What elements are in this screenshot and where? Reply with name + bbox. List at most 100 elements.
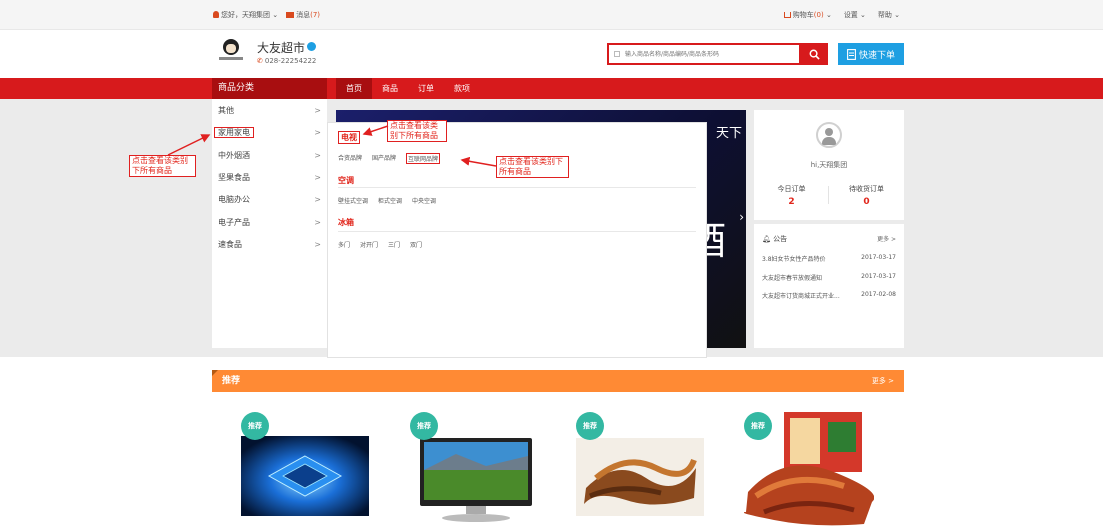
chevron-right-icon: > bbox=[314, 106, 321, 115]
avatar[interactable] bbox=[816, 122, 842, 148]
user-menu[interactable]: 您好，天翔集团 ⌄ bbox=[213, 10, 278, 20]
annotation-callout: 点击查看该类别下所有商品 bbox=[129, 155, 196, 177]
settings-label: 设置 bbox=[843, 11, 858, 19]
document-icon bbox=[847, 48, 856, 60]
recommend-title: 推荐 bbox=[222, 376, 241, 386]
messages-label: 消息 bbox=[296, 11, 311, 19]
main-nav: 商品分类 首页 商品 订单 款项 bbox=[0, 78, 1103, 99]
cart-icon bbox=[783, 12, 791, 18]
annotation-callout: 点击查看该类别下所有商品 bbox=[496, 156, 569, 178]
today-orders-label: 今日订单 bbox=[777, 185, 806, 193]
subcategory-link[interactable]: 对开门 bbox=[360, 240, 378, 249]
user-panel: hi,天翔集团 今日订单 2 待收货订单 0 bbox=[754, 110, 904, 220]
announcement-row[interactable]: 3.8妇女节女性产品特价 2017-03-17 bbox=[762, 254, 896, 263]
category-item[interactable]: 中外烟酒 > bbox=[212, 145, 327, 167]
qq-icon[interactable] bbox=[307, 42, 317, 51]
banner-next-arrow[interactable]: › bbox=[739, 210, 744, 224]
announcement-heading: 🔔︎ 公告 bbox=[762, 234, 787, 244]
shop-name-wrap: 大友超市 bbox=[257, 39, 317, 56]
annotation-callout: 点击查看该类别下所有商品 bbox=[387, 120, 447, 142]
help-menu[interactable]: 帮助 ⌄ bbox=[878, 10, 900, 20]
announcement-row-date: 2017-02-08 bbox=[861, 291, 896, 298]
divider bbox=[338, 231, 696, 232]
announcement-row[interactable]: 大友超市春节放假通知 2017-03-17 bbox=[762, 273, 896, 282]
recommend-header: 推荐 更多 > bbox=[212, 370, 904, 392]
quick-order-button[interactable]: 快速下单 bbox=[838, 43, 904, 65]
product-image[interactable] bbox=[576, 438, 704, 516]
recommend-badge: 推荐 bbox=[410, 412, 438, 440]
nav-products[interactable]: 商品 bbox=[372, 78, 408, 99]
announcement-row-title: 大友超市订货商城正式开业... bbox=[762, 293, 840, 300]
search-icon bbox=[809, 49, 820, 60]
chevron-right-icon: > bbox=[314, 218, 321, 227]
section-title-tv[interactable]: 电视 bbox=[338, 131, 360, 144]
cart-link[interactable]: 购物车(0) ⌄ bbox=[783, 10, 832, 20]
today-orders-count: 2 bbox=[788, 197, 795, 207]
category-label: 中外烟酒 bbox=[218, 151, 250, 160]
chevron-right-icon: > bbox=[314, 128, 321, 137]
product-image[interactable] bbox=[416, 436, 544, 526]
category-item[interactable]: 其他 > bbox=[212, 100, 327, 122]
category-item[interactable]: 电脑办公 > bbox=[212, 189, 327, 211]
subcategory-link[interactable]: 合资品牌 bbox=[338, 153, 362, 164]
pending-orders[interactable]: 待收货订单 0 bbox=[829, 184, 904, 207]
subcategory-link[interactable]: 国产品牌 bbox=[372, 153, 396, 164]
shop-phone-wrap: ✆ 028-22254222 bbox=[257, 57, 316, 65]
recommend-badge: 推荐 bbox=[744, 412, 772, 440]
settings-menu[interactable]: 设置 ⌄ bbox=[844, 10, 866, 20]
divider bbox=[338, 187, 696, 188]
cart-label: 购物车 bbox=[792, 11, 814, 19]
help-label: 帮助 bbox=[877, 11, 892, 19]
search-box bbox=[607, 43, 801, 65]
user-icon bbox=[213, 11, 219, 18]
pending-orders-count: 0 bbox=[863, 197, 870, 207]
chevron-right-icon: > bbox=[314, 173, 321, 182]
announcement-row[interactable]: 大友超市订货商城正式开业... 2017-02-08 bbox=[762, 291, 896, 300]
search-button[interactable] bbox=[801, 43, 828, 65]
subcategory-link[interactable]: 双门 bbox=[410, 240, 422, 249]
announcement-panel: 🔔︎ 公告 更多 > 3.8妇女节女性产品特价 2017-03-17 大友超市春节… bbox=[754, 224, 904, 348]
nav-menu: 首页 商品 订单 款项 bbox=[336, 78, 480, 99]
chevron-right-icon: > bbox=[314, 195, 321, 204]
quick-order-label: 快速下单 bbox=[858, 50, 895, 61]
announcement-row-date: 2017-03-17 bbox=[861, 254, 896, 261]
subcategory-link[interactable]: 中央空调 bbox=[412, 196, 436, 205]
announcement-row-title: 大友超市春节放假通知 bbox=[762, 275, 823, 282]
today-orders[interactable]: 今日订单 2 bbox=[754, 184, 829, 207]
search-checkbox[interactable] bbox=[614, 51, 620, 57]
announcement-title: 公告 bbox=[773, 235, 788, 243]
pending-orders-label: 待收货订单 bbox=[849, 185, 884, 193]
shop-logo[interactable] bbox=[219, 39, 243, 63]
shop-phone: 028-22254222 bbox=[264, 57, 317, 65]
phone-icon: ✆ bbox=[257, 57, 263, 65]
subcategory-link[interactable]: 互联网品牌 bbox=[406, 153, 441, 164]
mail-icon bbox=[286, 12, 295, 18]
recommend-badge: 推荐 bbox=[241, 412, 269, 440]
category-sidebar: 其他 > 家用家电 > 中外烟酒 > 坚果食品 > 电脑办公 > 电子产品 > 速食品 > bbox=[212, 99, 327, 348]
messages-link[interactable]: 消息(7) bbox=[286, 10, 320, 20]
category-label: 其他 bbox=[218, 106, 234, 115]
subcategory-link[interactable]: 多门 bbox=[338, 240, 350, 249]
nav-payments[interactable]: 款项 bbox=[444, 78, 480, 99]
section-title-fridge[interactable]: 冰箱 bbox=[338, 217, 696, 228]
nav-orders[interactable]: 订单 bbox=[408, 78, 444, 99]
category-item[interactable]: 电子产品 > bbox=[212, 212, 327, 234]
category-label: 电子产品 bbox=[218, 218, 250, 227]
subcategory-link[interactable]: 壁挂式空调 bbox=[338, 196, 368, 205]
subcategory-link[interactable]: 柜式空调 bbox=[378, 196, 402, 205]
product-image[interactable] bbox=[241, 436, 369, 516]
category-label: 电脑办公 bbox=[218, 195, 250, 204]
category-label: 家用家电 bbox=[214, 127, 254, 138]
subcategory-link[interactable]: 三门 bbox=[388, 240, 400, 249]
announcement-more-link[interactable]: 更多 > bbox=[877, 234, 896, 243]
shop-name: 大友超市 bbox=[257, 41, 306, 55]
header: 大友超市 ✆028-22254222 快速下单 bbox=[0, 30, 1103, 78]
greeting-text: 您好，天翔集团 bbox=[221, 11, 270, 19]
search-input[interactable] bbox=[609, 45, 799, 63]
category-item[interactable]: 速食品 > bbox=[212, 234, 327, 256]
category-item[interactable]: 坚果食品 > bbox=[212, 167, 327, 189]
recommend-more-link[interactable]: 更多 > bbox=[872, 370, 894, 392]
nav-home[interactable]: 首页 bbox=[336, 78, 372, 99]
category-item[interactable]: 家用家电 > bbox=[212, 122, 327, 144]
cart-count: (0) bbox=[813, 11, 824, 19]
